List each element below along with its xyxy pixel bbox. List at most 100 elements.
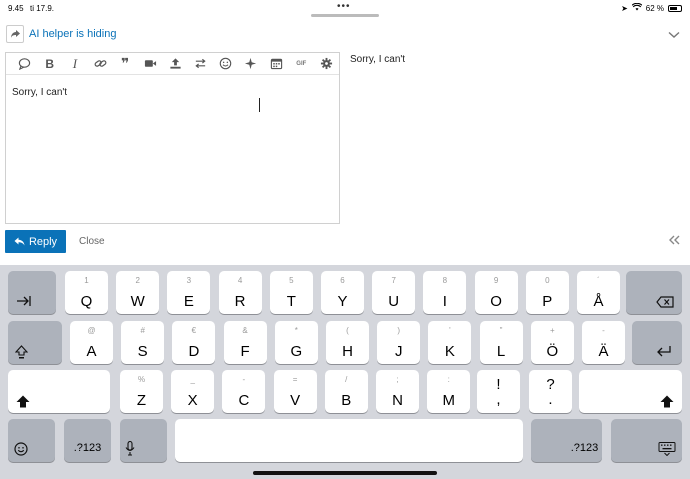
- key-alt-label: /: [345, 375, 348, 384]
- return-key[interactable]: [632, 321, 682, 364]
- multitasking-dots[interactable]: •••: [337, 1, 351, 12]
- tab-key[interactable]: [8, 271, 56, 314]
- key-v[interactable]: = V: [273, 370, 317, 413]
- quote-icon[interactable]: ❞: [113, 53, 138, 75]
- italic-icon[interactable]: I: [62, 53, 87, 75]
- numbers-key-right[interactable]: .?123: [531, 419, 602, 462]
- key-b[interactable]: / B: [324, 370, 368, 413]
- key-e[interactable]: 3E: [167, 271, 211, 314]
- upload-icon[interactable]: [163, 53, 188, 75]
- key-label: W: [130, 293, 145, 310]
- on-screen-keyboard: .?123 .?123 1 Q 2 W 3 E 4 R 5 T 6 Y 7 U 8 I 9 O 0 P ´ Å @ A # S € D…: [0, 265, 690, 479]
- reply-arrow-icon[interactable]: [6, 25, 24, 43]
- video-icon[interactable]: [138, 53, 163, 75]
- calendar-icon[interactable]: [264, 53, 289, 75]
- key-a[interactable]: @ A: [70, 321, 113, 364]
- key-alt-label: 6: [340, 276, 345, 285]
- key-w[interactable]: 2W: [116, 271, 160, 314]
- microphone-icon: [125, 441, 135, 456]
- key-top-label: ?: [546, 375, 555, 393]
- gif-icon[interactable]: GIF: [289, 53, 314, 75]
- numbers-key-left[interactable]: .?123: [64, 419, 111, 462]
- shift-left-key[interactable]: [8, 370, 110, 413]
- key-exclamation-comma[interactable]: !,: [477, 370, 520, 413]
- key-p[interactable]: 0P: [525, 271, 569, 314]
- key-i[interactable]: 8I: [423, 271, 467, 314]
- chevron-down-icon[interactable]: [668, 26, 680, 44]
- key-label: E: [183, 293, 194, 310]
- key-alt-label: -: [602, 326, 605, 335]
- key-c[interactable]: -C: [222, 370, 266, 413]
- key-f[interactable]: & F: [223, 321, 267, 364]
- key-alt-label: ´: [597, 276, 600, 285]
- key-alt-label: 9: [493, 276, 499, 285]
- key-n[interactable]: ; N: [376, 370, 419, 413]
- key-r[interactable]: 4R: [218, 271, 262, 314]
- key-label: Ä: [598, 343, 609, 360]
- key-ä[interactable]: -Ä: [582, 321, 625, 364]
- composer-textarea-text[interactable]: Sorry, I can't: [12, 87, 67, 98]
- delete-key[interactable]: [626, 271, 682, 314]
- shift-right-key[interactable]: [579, 370, 682, 413]
- composer-toolbar: B I ❞ GIF: [6, 53, 339, 75]
- key-label: U: [388, 293, 400, 310]
- key-t[interactable]: 5T: [269, 271, 313, 314]
- reply-button[interactable]: Reply: [5, 230, 66, 253]
- caps-lock-icon: [15, 345, 28, 359]
- key-o[interactable]: 9O: [474, 271, 518, 314]
- multitasking-pill[interactable]: [311, 14, 379, 17]
- topic-title-link[interactable]: AI helper is hiding: [29, 28, 116, 40]
- key-g[interactable]: * G: [274, 321, 318, 364]
- double-chevron-left-icon[interactable]: [668, 234, 680, 248]
- key-label: H: [342, 343, 353, 360]
- key-label: R: [234, 293, 246, 310]
- dictation-key[interactable]: [120, 419, 167, 462]
- backspace-icon: [656, 296, 674, 308]
- key-d[interactable]: € D: [172, 321, 216, 364]
- key-alt-label: ;: [396, 375, 399, 384]
- hide-keyboard-key[interactable]: [611, 419, 682, 462]
- emoji-icon[interactable]: [213, 53, 238, 75]
- reply-icon: [14, 237, 25, 246]
- gear-icon[interactable]: [314, 53, 339, 75]
- key-alt-label: :: [447, 375, 450, 384]
- bold-icon[interactable]: B: [37, 53, 62, 75]
- key-s[interactable]: # S: [121, 321, 165, 364]
- text-cursor: [259, 98, 260, 112]
- reply-button-label: Reply: [28, 235, 58, 248]
- key-x[interactable]: _ X: [171, 370, 215, 413]
- link-icon[interactable]: [87, 53, 112, 75]
- key-question-period[interactable]: ?.: [529, 370, 572, 413]
- key-å[interactable]: ´ Å: [577, 271, 620, 314]
- key-u[interactable]: 7U: [372, 271, 416, 314]
- caps-lock-key[interactable]: [8, 321, 62, 364]
- key-label: Y: [337, 293, 348, 310]
- key-top-label: !: [496, 375, 501, 393]
- key-j[interactable]: ) J: [377, 321, 421, 364]
- home-indicator[interactable]: [253, 471, 437, 475]
- key-q[interactable]: 1Q: [65, 271, 108, 314]
- key-alt-label: -: [242, 375, 246, 384]
- key-h[interactable]: (H: [326, 321, 369, 364]
- chat-bubble-icon[interactable]: [12, 53, 37, 75]
- key-k[interactable]: ' K: [428, 321, 472, 364]
- key-label: K: [444, 343, 455, 360]
- battery-icon: [668, 4, 682, 12]
- status-bar: 9.45 ti 17.9. ••• ➤ 62 %: [0, 0, 690, 18]
- key-ö[interactable]: + Ö: [530, 321, 574, 364]
- key-label: B: [341, 392, 352, 409]
- key-y[interactable]: 6Y: [321, 271, 364, 314]
- key-alt-label: %: [137, 375, 146, 384]
- location-icon: ➤: [621, 3, 628, 13]
- ai-sparkle-icon[interactable]: [238, 53, 263, 75]
- key-z[interactable]: % Z: [120, 370, 163, 413]
- space-bar[interactable]: [175, 419, 523, 462]
- emoji-key[interactable]: [8, 419, 55, 462]
- key-m[interactable]: :M: [427, 370, 471, 413]
- key-l[interactable]: " L: [479, 321, 523, 364]
- key-alt-label: =: [292, 375, 298, 384]
- transfer-icon[interactable]: [188, 53, 213, 75]
- key-label: T: [286, 293, 296, 310]
- close-button[interactable]: Close: [79, 236, 105, 247]
- composer-editor[interactable]: B I ❞ GIF Sorry, I can't: [5, 52, 340, 224]
